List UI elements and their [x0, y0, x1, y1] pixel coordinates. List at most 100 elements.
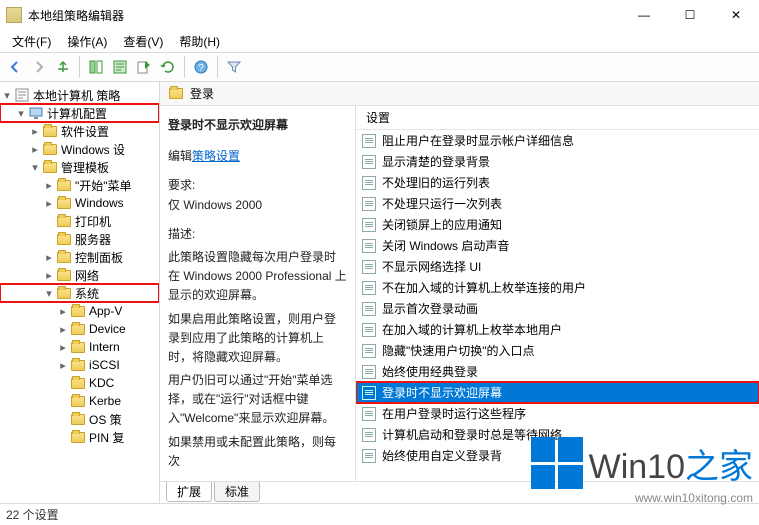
setting-label: 隐藏"快速用户切换"的入口点: [382, 342, 535, 359]
folder-icon: [168, 86, 184, 102]
setting-row[interactable]: 不处理只运行一次列表: [356, 193, 759, 214]
folder-icon: [70, 339, 86, 355]
tree-computer-config[interactable]: ▾计算机配置: [0, 104, 159, 122]
up-button[interactable]: [52, 56, 74, 78]
folder-icon: [56, 213, 72, 229]
tree-label: 打印机: [75, 213, 111, 230]
folder-icon: [70, 375, 86, 391]
show-hide-tree-button[interactable]: [85, 56, 107, 78]
settings-list[interactable]: 设置 阻止用户在登录时显示帐户详细信息显示清楚的登录背景不处理旧的运行列表不处理…: [356, 106, 759, 481]
setting-row[interactable]: 隐藏"快速用户切换"的入口点: [356, 340, 759, 361]
back-button[interactable]: [4, 56, 26, 78]
policy-item-icon: [362, 323, 376, 337]
help-button[interactable]: ?: [190, 56, 212, 78]
tree-label: 服务器: [75, 231, 111, 248]
setting-row[interactable]: 始终使用经典登录: [356, 361, 759, 382]
tree-label: OS 策: [89, 411, 122, 428]
rp-header-label: 登录: [190, 85, 214, 102]
folder-icon: [70, 321, 86, 337]
setting-label: 不处理只运行一次列表: [382, 195, 502, 212]
policy-item-icon: [362, 176, 376, 190]
tab-standard[interactable]: 标准: [214, 482, 260, 502]
setting-row[interactable]: 在加入域的计算机上枚举本地用户: [356, 319, 759, 340]
tree-app-v[interactable]: ▸App-V: [0, 302, 159, 320]
edit-policy-link[interactable]: 策略设置: [192, 149, 240, 163]
policy-item-icon: [362, 197, 376, 211]
policy-item-icon: [362, 281, 376, 295]
folder-icon: [42, 141, 58, 157]
menu-file[interactable]: 文件(F): [4, 31, 59, 52]
policy-item-icon: [362, 344, 376, 358]
tree-device[interactable]: ▸Device: [0, 320, 159, 338]
setting-row[interactable]: 显示清楚的登录背景: [356, 151, 759, 172]
folder-icon: [70, 411, 86, 427]
refresh-button[interactable]: [157, 56, 179, 78]
tree-root[interactable]: ▾本地计算机 策略: [0, 86, 159, 104]
policy-item-icon: [362, 134, 376, 148]
tree-label: Device: [89, 322, 126, 336]
tree-windows[interactable]: ▸Windows: [0, 194, 159, 212]
folder-icon: [70, 429, 86, 445]
tree-network[interactable]: ▸网络: [0, 266, 159, 284]
export-button[interactable]: [133, 56, 155, 78]
forward-button[interactable]: [28, 56, 50, 78]
setting-row[interactable]: 关闭锁屏上的应用通知: [356, 214, 759, 235]
description-p1: 此策略设置隐藏每次用户登录时在 Windows 2000 Professiona…: [168, 248, 347, 306]
tree-label: 软件设置: [61, 123, 109, 140]
policy-item-icon: [362, 239, 376, 253]
settings-header[interactable]: 设置: [356, 106, 759, 130]
tree-start-menu[interactable]: ▸"开始"菜单: [0, 176, 159, 194]
setting-label: 在加入域的计算机上枚举本地用户: [382, 321, 562, 338]
tree-software[interactable]: ▸软件设置: [0, 122, 159, 140]
tree-control-panel[interactable]: ▸控制面板: [0, 248, 159, 266]
setting-row[interactable]: 阻止用户在登录时显示帐户详细信息: [356, 130, 759, 151]
selected-policy-title: 登录时不显示欢迎屏幕: [168, 116, 347, 135]
tree-servers[interactable]: 服务器: [0, 230, 159, 248]
setting-row[interactable]: 不在加入域的计算机上枚举连接的用户: [356, 277, 759, 298]
tree-windows-settings[interactable]: ▸Windows 设: [0, 140, 159, 158]
setting-row[interactable]: 计算机启动和登录时总是等待网络: [356, 424, 759, 445]
right-pane: 登录 登录时不显示欢迎屏幕 编辑策略设置 要求: 仅 Windows 2000 …: [160, 82, 759, 503]
maximize-button[interactable]: ☐: [667, 0, 713, 30]
tree-kdc[interactable]: KDC: [0, 374, 159, 392]
setting-row[interactable]: 不处理旧的运行列表: [356, 172, 759, 193]
status-text: 22 个设置: [6, 506, 59, 523]
menu-help[interactable]: 帮助(H): [171, 31, 228, 52]
setting-label: 关闭锁屏上的应用通知: [382, 216, 502, 233]
tree-pane[interactable]: ▾本地计算机 策略 ▾计算机配置 ▸软件设置 ▸Windows 设 ▾管理模板 …: [0, 82, 160, 503]
tree-system[interactable]: ▾系统: [0, 284, 159, 302]
tree-label: Intern: [89, 340, 120, 354]
tab-extended[interactable]: 扩展: [166, 482, 212, 502]
setting-row[interactable]: 关闭 Windows 启动声音: [356, 235, 759, 256]
app-icon: [6, 7, 22, 23]
close-button[interactable]: ✕: [713, 0, 759, 30]
filter-button[interactable]: [223, 56, 245, 78]
tree-printers[interactable]: 打印机: [0, 212, 159, 230]
policy-item-icon: [362, 365, 376, 379]
tree-pin-recovery[interactable]: PIN 复: [0, 428, 159, 446]
setting-row[interactable]: 在用户登录时运行这些程序: [356, 403, 759, 424]
policy-item-icon: [362, 260, 376, 274]
setting-row[interactable]: 始终使用自定义登录背: [356, 445, 759, 466]
setting-row[interactable]: 不显示网络选择 UI: [356, 256, 759, 277]
tree-admin-templates[interactable]: ▾管理模板: [0, 158, 159, 176]
setting-label: 显示首次登录动画: [382, 300, 478, 317]
tree-label: Windows: [75, 196, 124, 210]
setting-row[interactable]: 显示首次登录动画: [356, 298, 759, 319]
tree-intern[interactable]: ▸Intern: [0, 338, 159, 356]
tree-label: 本地计算机 策略: [33, 87, 120, 104]
setting-label: 始终使用经典登录: [382, 363, 478, 380]
menu-action[interactable]: 操作(A): [59, 31, 115, 52]
requirement-label: 要求:: [168, 176, 347, 195]
setting-row[interactable]: 登录时不显示欢迎屏幕: [356, 382, 759, 403]
setting-label: 关闭 Windows 启动声音: [382, 237, 509, 254]
setting-label: 不在加入域的计算机上枚举连接的用户: [382, 279, 586, 296]
tree-iscsi[interactable]: ▸iSCSI: [0, 356, 159, 374]
properties-button[interactable]: [109, 56, 131, 78]
tree-label: App-V: [89, 304, 122, 318]
tree-kerbe[interactable]: Kerbe: [0, 392, 159, 410]
minimize-button[interactable]: —: [621, 0, 667, 30]
menu-view[interactable]: 查看(V): [115, 31, 171, 52]
setting-label: 阻止用户在登录时显示帐户详细信息: [382, 132, 574, 149]
tree-os-policy[interactable]: OS 策: [0, 410, 159, 428]
